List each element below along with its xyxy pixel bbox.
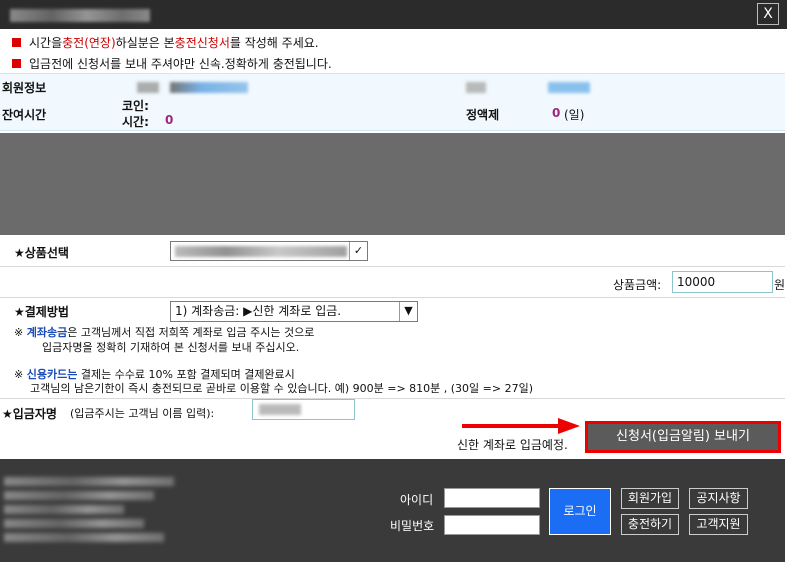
red-square-icon: [12, 59, 21, 68]
charge-button[interactable]: 충전하기: [621, 514, 679, 535]
divider: [0, 266, 785, 267]
divider: [0, 398, 785, 399]
time-label: 시간:: [122, 115, 149, 129]
redacted-field: [4, 477, 174, 486]
redacted-field: [548, 82, 590, 93]
redacted-field: [4, 505, 124, 514]
payment-label: ★결제방법: [14, 305, 69, 319]
flat-rate-unit: (일): [564, 108, 585, 122]
payment-selected-value: 1) 계좌송금: ▶신한 계좌로 입금.: [175, 304, 342, 318]
window-title-redacted: [10, 9, 150, 22]
notice-button[interactable]: 공지사항: [689, 488, 748, 509]
content-area: [0, 133, 785, 235]
redacted-field: [175, 246, 347, 257]
bank-transfer-desc: ※ 계좌송금은 고객님께서 직접 저희쪽 계좌로 입금 주시는 것으로: [14, 326, 315, 339]
depositor-label: ★입금자명: [2, 407, 57, 421]
credit-card-desc: ※ 신용카드는 결제는 수수료 10% 포함 결제되며 결제완료시: [14, 368, 295, 381]
depositor-hint: (입금주시는 고객님 이름 입력):: [70, 407, 215, 420]
red-square-icon: [12, 38, 21, 47]
depositor-name-input[interactable]: [252, 399, 355, 420]
login-button[interactable]: 로그인: [549, 488, 611, 535]
redacted-field: [4, 491, 154, 500]
payment-method-select[interactable]: 1) 계좌송금: ▶신한 계좌로 입금. ▼: [170, 301, 418, 322]
price-unit: 원: [774, 278, 786, 292]
redacted-field: [4, 519, 144, 528]
deposit-status: 신한 계좌로 입금예정.: [457, 438, 568, 452]
title-bar: X: [0, 0, 787, 29]
member-info-label: 회원정보: [2, 81, 47, 95]
redacted-field: [137, 82, 159, 93]
notice-line-2: 입금전에 신청서를 보내 주셔야만 신속.정확하게 충전됩니다.: [12, 55, 332, 72]
red-arrow-icon: [462, 418, 580, 434]
product-label: ★상품선택: [14, 246, 69, 260]
id-input[interactable]: [444, 488, 540, 508]
notice-line-1: 시간을 충전(연장) 하실분은 본 충전신청서 를 작성해 주세요.: [12, 34, 319, 51]
redacted-field: [466, 82, 486, 93]
bank-transfer-desc-2: 입금자명을 정확히 기재하여 본 신청서를 보내 주십시오.: [42, 341, 300, 354]
price-input[interactable]: 10000: [672, 271, 773, 293]
coin-label: 코인:: [122, 99, 149, 113]
submit-application-button[interactable]: 신청서(입금알림) 보내기: [585, 421, 781, 453]
join-button[interactable]: 회원가입: [621, 488, 679, 509]
support-button[interactable]: 고객지원: [689, 514, 748, 535]
close-button[interactable]: X: [757, 3, 779, 25]
remaining-time-label: 잔여시간: [2, 108, 47, 122]
flat-rate-label: 정액제: [466, 108, 500, 122]
flat-rate-value: 0: [552, 106, 561, 120]
credit-card-desc-2: 고객님의 남은기한이 즉시 충전되므로 곧바로 이용할 수 있습니다. 예) 9…: [30, 382, 534, 395]
password-input[interactable]: [444, 515, 540, 535]
time-value: 0: [165, 113, 174, 127]
redacted-field: [170, 82, 248, 93]
password-label: 비밀번호: [390, 519, 435, 533]
checkbox-icon[interactable]: ✓: [349, 242, 367, 260]
product-select[interactable]: ✓: [170, 241, 368, 261]
footer: [0, 459, 785, 562]
redacted-field: [4, 533, 164, 542]
divider: [0, 297, 785, 298]
price-label: 상품금액:: [613, 278, 662, 292]
id-label: 아이디: [400, 493, 434, 507]
redacted-field: [259, 404, 301, 415]
member-info-panel: 회원정보 잔여시간 코인: 시간: 0 정액제 0 (일): [0, 73, 785, 131]
chevron-down-icon[interactable]: ▼: [399, 302, 417, 321]
